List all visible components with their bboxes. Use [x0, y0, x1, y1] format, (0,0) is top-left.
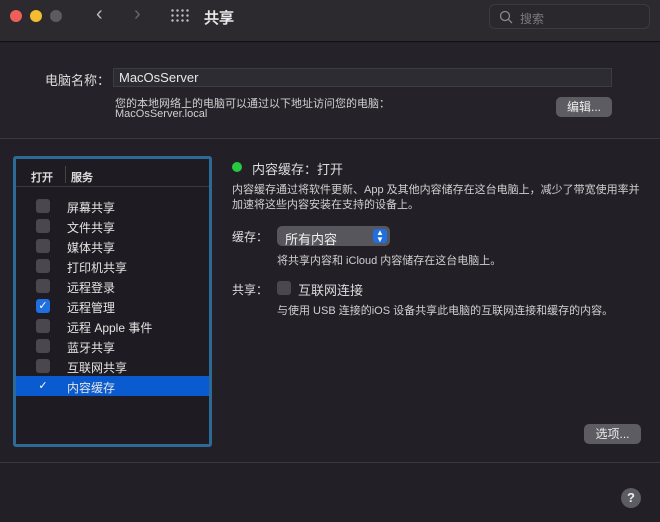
service-row[interactable]: 打印机共享	[16, 256, 209, 276]
service-checkbox[interactable]	[36, 199, 50, 213]
service-row[interactable]: 互联网共享	[16, 356, 209, 376]
service-label: 打印机共享	[67, 261, 128, 275]
zoom-button[interactable]	[50, 10, 62, 22]
column-service: 服务	[71, 172, 93, 184]
service-label: 远程 Apple 事件	[67, 321, 153, 335]
search-placeholder: 搜索	[520, 12, 545, 26]
detail-description: 内容缓存通过将软件更新、App 及其他内容储存在这台电脑上，减少了带宽使用率并加…	[232, 184, 640, 211]
options-button[interactable]: 选项...	[584, 424, 641, 444]
service-row[interactable]: ✓ 内容缓存	[16, 376, 209, 396]
cache-select[interactable]: 所有内容 ▲ ▼	[277, 226, 390, 247]
internet-connection-checkbox[interactable]	[277, 281, 291, 295]
service-label: 蓝牙共享	[67, 341, 116, 355]
service-label: 媒体共享	[67, 241, 116, 255]
edit-button[interactable]: 编辑...	[556, 97, 612, 117]
share-note: 与使用 USB 连接的iOS 设备共享此电脑的互联网连接和缓存的内容。	[277, 305, 614, 317]
status-text: 内容缓存：打开	[252, 162, 344, 177]
service-label: 文件共享	[67, 221, 116, 235]
window-title: 共享	[204, 10, 235, 27]
service-checkbox[interactable]: ✓	[36, 299, 50, 313]
service-label: 屏幕共享	[67, 201, 116, 215]
service-checkbox[interactable]: ✓	[36, 379, 50, 393]
service-checkbox[interactable]	[36, 219, 50, 233]
divider	[0, 462, 660, 463]
search-icon	[499, 10, 513, 24]
service-row[interactable]: 屏幕共享	[16, 196, 209, 216]
service-row[interactable]: 蓝牙共享	[16, 336, 209, 356]
forward-chevron-icon[interactable]: ›	[134, 3, 141, 26]
computer-name-section	[0, 43, 660, 139]
cache-label: 缓存：	[232, 230, 269, 244]
computer-name-input[interactable]: MacOsServer	[113, 68, 612, 87]
list-header: 打开 服务	[16, 163, 209, 187]
service-checkbox[interactable]	[36, 319, 50, 333]
status-indicator-icon	[232, 162, 242, 172]
service-checkbox[interactable]	[36, 359, 50, 373]
service-label: 远程登录	[67, 281, 116, 295]
cache-select-value: 所有内容	[285, 232, 338, 247]
service-row[interactable]: 文件共享	[16, 216, 209, 236]
service-checkbox[interactable]	[36, 279, 50, 293]
minimize-button[interactable]	[30, 10, 42, 22]
search-input[interactable]: 搜索	[489, 4, 650, 29]
service-row[interactable]: ✓ 远程管理	[16, 296, 209, 316]
toolbar: ‹ › 共享 搜索	[0, 0, 660, 42]
services-list[interactable]: 打开 服务 屏幕共享文件共享媒体共享打印机共享远程登录 ✓ 远程管理远程 Apple…	[13, 156, 212, 447]
service-checkbox[interactable]	[36, 259, 50, 273]
service-label: 内容缓存	[67, 381, 116, 395]
computer-name-label: 电脑名称：	[45, 73, 111, 88]
local-address: MacOsServer.local	[115, 108, 208, 120]
close-button[interactable]	[10, 10, 22, 22]
grid-icon[interactable]	[170, 8, 190, 24]
service-label: 互联网共享	[67, 361, 128, 375]
column-on: 打开	[31, 172, 53, 184]
service-row[interactable]: 远程登录	[16, 276, 209, 296]
cache-note: 将共享内容和 iCloud 内容储存在这台电脑上。	[277, 255, 502, 267]
back-chevron-icon[interactable]: ‹	[96, 3, 103, 26]
service-row[interactable]: 远程 Apple 事件	[16, 316, 209, 336]
service-checkbox[interactable]	[36, 239, 50, 253]
share-label: 共享：	[232, 283, 269, 297]
service-row[interactable]: 媒体共享	[16, 236, 209, 256]
help-button[interactable]: ?	[621, 488, 641, 508]
updown-chevron-icon: ▲ ▼	[373, 229, 387, 244]
service-label: 远程管理	[67, 301, 116, 315]
internet-connection-label: 互联网连接	[298, 283, 364, 298]
service-checkbox[interactable]	[36, 339, 50, 353]
